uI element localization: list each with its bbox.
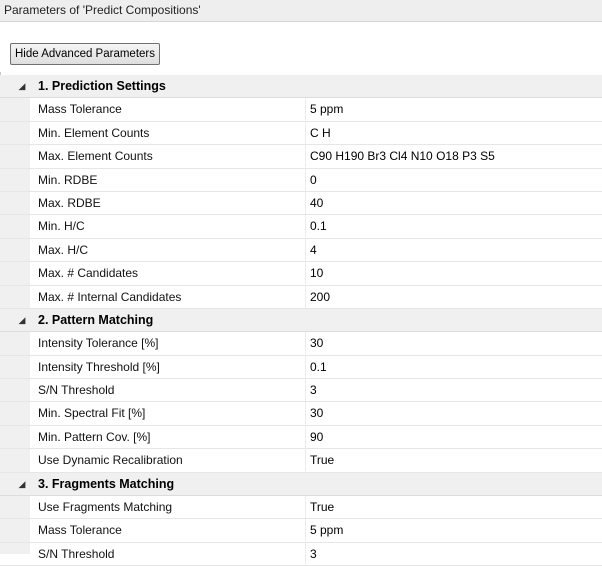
property-name: Min. Element Counts <box>38 125 150 140</box>
category-row[interactable]: ◢ 1. Prediction Settings <box>0 75 602 99</box>
column-divider[interactable] <box>305 379 306 402</box>
property-value-field[interactable]: 0.1 <box>310 356 600 378</box>
property-row[interactable]: Max. H/C 4 <box>0 238 602 263</box>
property-row[interactable]: Min. Element Counts C H <box>0 121 602 146</box>
property-value-field[interactable]: 200 <box>310 286 600 308</box>
toolbar: Hide Advanced Parameters <box>0 22 602 72</box>
property-row[interactable]: Min. RDBE 0 <box>0 168 602 192</box>
category-row[interactable]: ◢ 3. Fragments Matching <box>0 472 602 497</box>
property-value-field[interactable]: 30 <box>310 332 600 354</box>
property-value-field[interactable]: 5 ppm <box>310 519 600 541</box>
property-name: Max. # Internal Candidates <box>38 289 182 304</box>
column-divider[interactable] <box>305 402 306 425</box>
property-row[interactable]: Intensity Threshold [%] 0.1 <box>0 355 602 380</box>
category-row[interactable]: ◢ 2. Pattern Matching <box>0 308 602 333</box>
property-value-field[interactable]: True <box>310 449 600 471</box>
column-divider[interactable] <box>305 285 306 308</box>
category-label: 2. Pattern Matching <box>38 312 154 327</box>
property-value-field[interactable]: 4 <box>310 239 600 261</box>
property-value-field[interactable]: 90 <box>310 426 600 448</box>
property-name: Min. RDBE <box>38 172 98 187</box>
property-name: Max. # Candidates <box>38 266 139 281</box>
column-divider[interactable] <box>305 145 306 168</box>
column-divider[interactable] <box>305 121 306 144</box>
property-name: Mass Tolerance <box>38 523 122 538</box>
property-row[interactable]: Max. # Internal Candidates 200 <box>0 285 602 309</box>
column-divider[interactable] <box>305 332 306 355</box>
collapse-triangle-icon[interactable]: ◢ <box>16 75 28 97</box>
column-divider[interactable] <box>305 238 306 261</box>
property-row[interactable]: Mass Tolerance 5 ppm <box>0 98 602 122</box>
property-value-field[interactable]: 5 ppm <box>310 98 600 120</box>
property-row[interactable]: Use Dynamic Recalibration True <box>0 449 602 473</box>
property-name: Max. Element Counts <box>38 149 153 164</box>
property-name: Use Fragments Matching <box>38 500 173 515</box>
column-divider[interactable] <box>305 191 306 214</box>
category-label: 1. Prediction Settings <box>38 79 166 93</box>
property-value-field[interactable]: 0.1 <box>310 215 600 237</box>
property-name: Mass Tolerance <box>38 102 122 117</box>
property-row[interactable]: Intensity Tolerance [%] 30 <box>0 332 602 356</box>
column-divider[interactable] <box>305 215 306 238</box>
property-value-field[interactable]: 10 <box>310 262 600 284</box>
property-row[interactable]: Min. Spectral Fit [%] 30 <box>0 402 602 426</box>
property-value-field[interactable]: 0 <box>310 169 600 191</box>
property-row[interactable]: S/N Threshold 3 <box>0 542 602 566</box>
property-value-field[interactable]: C H <box>310 122 600 144</box>
property-grid: ◢ 1. Prediction Settings Mass Tolerance 5 p… <box>0 75 602 566</box>
property-name: Use Dynamic Recalibration <box>38 453 183 468</box>
column-divider[interactable] <box>305 168 306 191</box>
column-divider[interactable] <box>305 425 306 448</box>
column-divider[interactable] <box>305 98 306 121</box>
category-label: 3. Fragments Matching <box>38 476 175 491</box>
collapse-triangle-icon[interactable]: ◢ <box>16 473 28 495</box>
column-divider[interactable] <box>305 519 306 542</box>
column-divider[interactable] <box>305 449 306 472</box>
property-name: Intensity Tolerance [%] <box>38 336 159 351</box>
collapse-triangle-icon[interactable]: ◢ <box>16 309 28 331</box>
property-name: Max. H/C <box>38 242 89 257</box>
property-row[interactable]: Max. Element Counts C90 H190 Br3 Cl4 N10 … <box>0 145 602 169</box>
column-divider[interactable] <box>305 496 306 519</box>
property-name: Max. RDBE <box>38 195 101 210</box>
property-row[interactable]: Min. H/C 0.1 <box>0 215 602 239</box>
property-row[interactable]: Use Fragments Matching True <box>0 496 602 520</box>
property-row[interactable]: S/N Threshold 3 <box>0 379 602 403</box>
property-row[interactable]: Min. Pattern Cov. [%] 90 <box>0 425 602 450</box>
property-row[interactable]: Max. RDBE 40 <box>0 191 602 216</box>
hide-advanced-parameters-button[interactable]: Hide Advanced Parameters <box>10 43 160 65</box>
panel-title: Parameters of 'Predict Compositions' <box>0 0 602 22</box>
property-value-field[interactable]: True <box>310 496 600 518</box>
property-name: Intensity Threshold [%] <box>38 359 160 374</box>
property-value-field[interactable]: 40 <box>310 192 600 214</box>
property-row[interactable]: Mass Tolerance 5 ppm <box>0 519 602 543</box>
property-value-field[interactable]: 3 <box>310 379 600 401</box>
property-value-field[interactable]: 30 <box>310 402 600 424</box>
column-divider[interactable] <box>305 355 306 378</box>
property-name: Min. Spectral Fit [%] <box>38 406 146 421</box>
property-value-field[interactable]: C90 H190 Br3 Cl4 N10 O18 P3 S5 <box>310 145 600 167</box>
property-name: S/N Threshold <box>38 383 115 398</box>
property-row[interactable]: Max. # Candidates 10 <box>0 262 602 286</box>
property-name: Min. Pattern Cov. [%] <box>38 429 151 444</box>
property-name: Min. H/C <box>38 219 85 234</box>
column-divider[interactable] <box>305 262 306 285</box>
